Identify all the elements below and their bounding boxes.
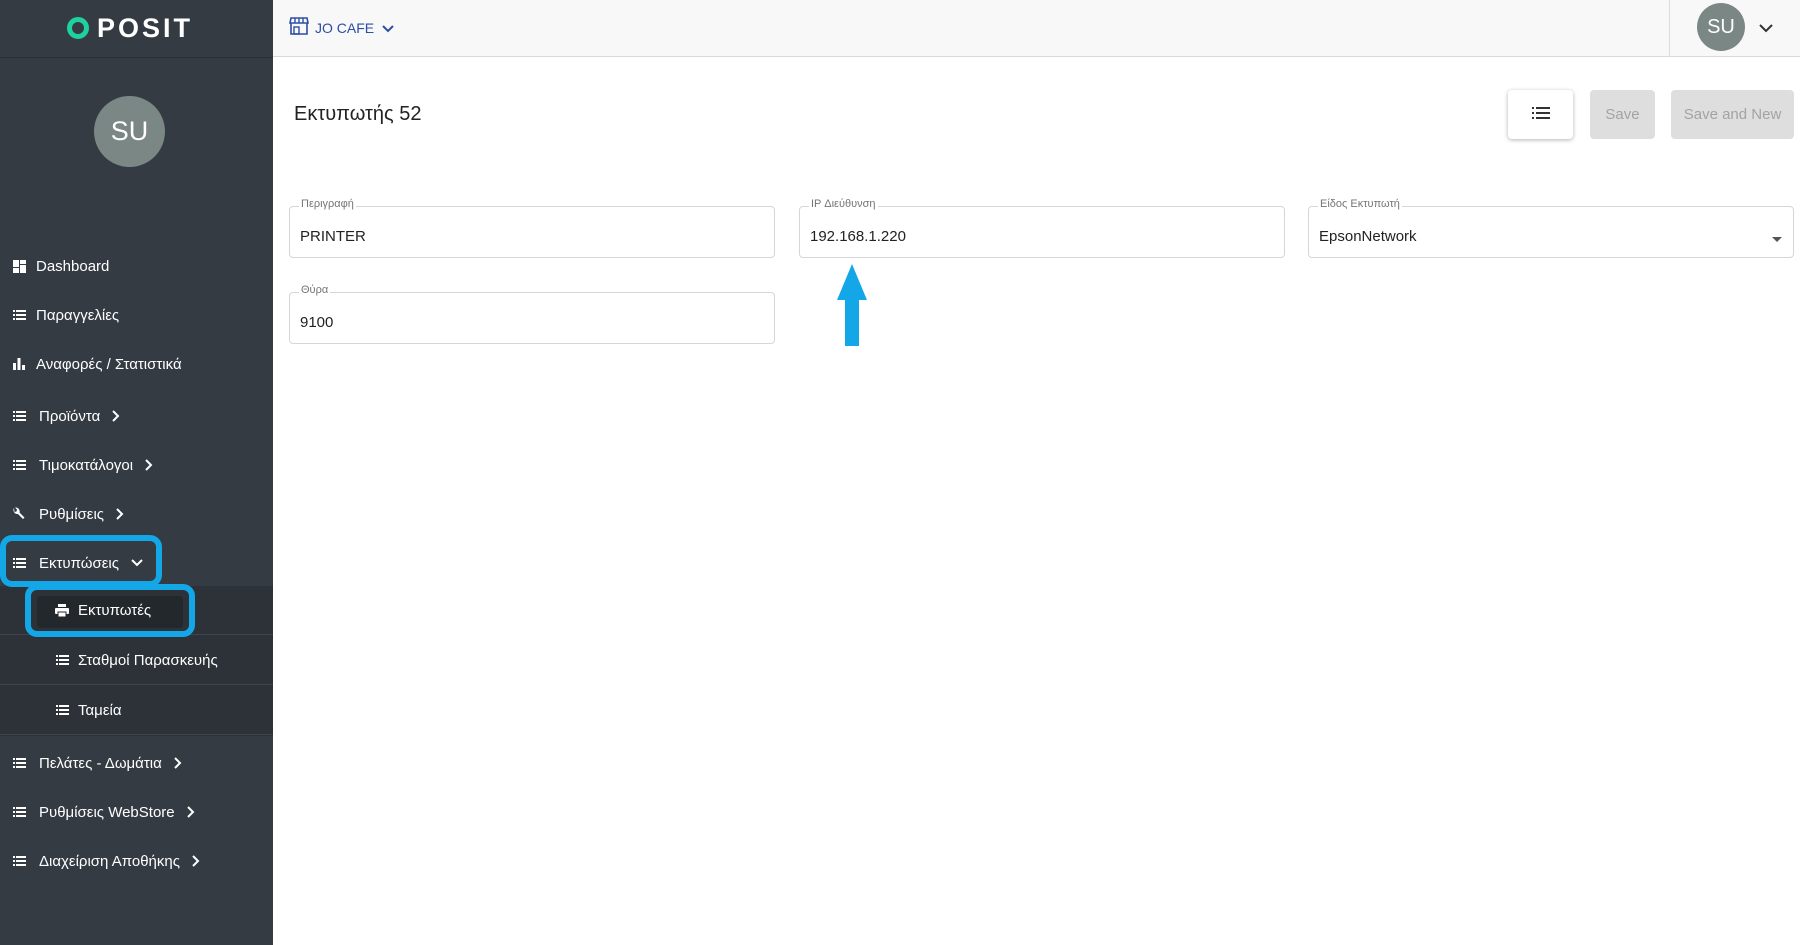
sidebar-item-label: Παραγγελίες (36, 306, 120, 324)
save-and-new-button[interactable]: Save and New (1671, 90, 1794, 139)
posit-logo[interactable]: POSIT (67, 10, 193, 46)
list-view-button[interactable] (1508, 90, 1573, 139)
list-icon (55, 653, 69, 667)
port-field[interactable]: Θύρα (289, 284, 775, 344)
list-icon (12, 308, 26, 322)
bar-chart-icon (12, 357, 26, 371)
chevron-down-icon (382, 20, 394, 36)
store-selector[interactable]: JO CAFE (289, 17, 394, 38)
ip-address-input[interactable] (810, 228, 1222, 245)
description-field[interactable]: Περιγραφή (289, 198, 775, 258)
brand-name: POSIT (97, 12, 194, 43)
sidebar-item-printing[interactable]: Εκτυπώσεις (0, 539, 273, 587)
chevron-right-icon (145, 459, 153, 471)
page-title: Εκτυπωτής 52 (294, 103, 422, 125)
printer-type-label: Είδος Εκτυπωτή (1318, 198, 1402, 210)
sidebar-item-dashboard[interactable]: Dashboard (0, 242, 273, 290)
list-icon (12, 458, 26, 472)
store-name: JO CAFE (315, 19, 375, 36)
printer-type-select[interactable]: Είδος Εκτυπωτή EpsonNetwork (1308, 198, 1794, 258)
dropdown-arrow-icon (1772, 230, 1782, 248)
sidebar-item-label: Αναφορές / Στατιστικά (36, 355, 182, 373)
sidebar-subitem-prep-stations[interactable]: Σταθμοί Παρασκευής (0, 636, 273, 685)
sidebar-item-customers-rooms[interactable]: Πελάτες - Δωμάτια (0, 739, 273, 787)
sidebar-subitem-printers[interactable]: Εκτυπωτές (0, 586, 273, 635)
sidebar-subitem-cash-registers[interactable]: Ταμεία (0, 686, 273, 735)
chevron-right-icon (116, 508, 124, 520)
sidebar-item-label: Διαχείριση Αποθήκης (39, 852, 180, 870)
description-input[interactable] (300, 228, 712, 245)
sidebar-subitem-label: Εκτυπωτές (78, 601, 152, 619)
chevron-right-icon (112, 410, 120, 422)
chevron-right-icon (186, 806, 195, 818)
list-icon (12, 805, 26, 819)
port-input[interactable] (300, 314, 712, 331)
sidebar-item-warehouse[interactable]: Διαχείριση Αποθήκης (0, 837, 273, 885)
list-icon (12, 556, 26, 570)
list-icon (12, 854, 26, 868)
dashboard-icon (12, 259, 26, 273)
sidebar-item-label: Προϊόντα (39, 407, 101, 425)
printing-submenu: Εκτυπωτές Σταθμοί Παρασκευής Ταμεία (0, 586, 273, 736)
sidebar-item-label: Τιμοκατάλογοι (39, 456, 134, 474)
store-icon (289, 17, 309, 38)
logo-ring-icon (67, 17, 89, 39)
list-icon (12, 409, 26, 423)
list-icon (12, 756, 26, 770)
user-avatar[interactable]: SU (1697, 3, 1745, 51)
sidebar-item-label: Ρυθμίσεις (39, 505, 105, 523)
sidebar-item-reports[interactable]: Αναφορές / Στατιστικά (0, 340, 273, 388)
sidebar: POSIT SU Dashboard Παραγγελίες Αναφορές … (0, 0, 273, 945)
sidebar-item-label: Dashboard (36, 257, 110, 275)
chevron-down-icon (131, 559, 143, 567)
save-button[interactable]: Save (1590, 90, 1655, 139)
port-label: Θύρα (299, 284, 331, 296)
user-menu-chevron-icon[interactable] (1759, 20, 1773, 38)
sidebar-item-webstore-settings[interactable]: Ρυθμίσεις WebStore (0, 788, 273, 836)
list-icon (1531, 106, 1550, 124)
sidebar-item-products[interactable]: Προϊόντα (0, 392, 273, 440)
sidebar-subitem-label: Ταμεία (78, 701, 122, 719)
sidebar-item-orders[interactable]: Παραγγελίες (0, 291, 273, 339)
sidebar-item-label: Πελάτες - Δωμάτια (39, 754, 162, 772)
printer-type-value: EpsonNetwork (1319, 228, 1417, 245)
ip-address-label: IP Διεύθυνση (809, 198, 878, 210)
sidebar-divider (0, 57, 273, 58)
ip-address-field[interactable]: IP Διεύθυνση (799, 198, 1285, 258)
sidebar-avatar[interactable]: SU (94, 96, 165, 167)
chevron-right-icon (192, 855, 200, 867)
top-bar-divider (1669, 0, 1670, 57)
list-icon (55, 703, 69, 717)
sidebar-item-label: Εκτυπώσεις (39, 554, 119, 572)
printer-icon (55, 603, 69, 617)
description-label: Περιγραφή (299, 198, 356, 210)
sidebar-item-settings[interactable]: Ρυθμίσεις (0, 490, 273, 538)
wrench-icon (12, 507, 26, 521)
sidebar-item-pricelists[interactable]: Τιμοκατάλογοι (0, 441, 273, 489)
top-bar: JO CAFE SU (273, 0, 1800, 57)
sidebar-subitem-label: Σταθμοί Παρασκευής (78, 651, 218, 669)
sidebar-item-label: Ρυθμίσεις WebStore (39, 803, 175, 821)
chevron-right-icon (174, 757, 182, 769)
annotation-arrow-up-icon (837, 264, 867, 351)
